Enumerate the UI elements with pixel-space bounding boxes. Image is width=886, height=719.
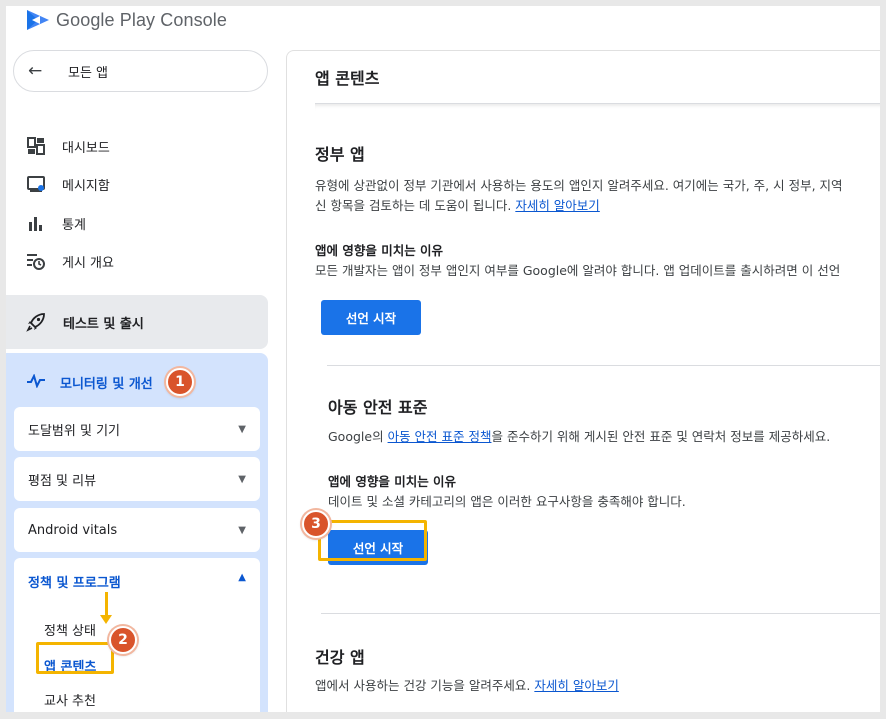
chevron-down-icon: ▼ xyxy=(238,473,246,485)
child-safety-policy-link[interactable]: 아동 안전 표준 정책 xyxy=(388,429,492,444)
learn-more-link[interactable]: 자세히 알아보기 xyxy=(534,678,618,693)
accordion-label: 정책 및 프로그램 xyxy=(28,576,121,591)
health-desc: 앱에서 사용하는 건강 기능을 알려주세요. 자세히 알아보기 xyxy=(315,676,619,696)
annotation-arrow-head xyxy=(100,615,112,624)
publishing-overview-icon xyxy=(26,251,46,271)
chevron-up-icon: ▲ xyxy=(238,572,246,583)
sidebar-item-statistics[interactable]: 통계 xyxy=(26,211,86,235)
header-divider xyxy=(315,103,880,111)
accordion-label: 도달범위 및 기기 xyxy=(28,423,120,439)
app-frame: Google Play Console ← 모든 앱 대시보드 메시지함 통계 xyxy=(6,6,880,712)
sidebar-item-label: 테스트 및 출시 xyxy=(63,316,144,332)
accordion-ratings-reviews[interactable]: 평점 및 리뷰 ▼ xyxy=(14,457,260,501)
section-title-child-safety: 아동 안전 표준 xyxy=(328,398,428,417)
all-apps-button[interactable]: ← 모든 앱 xyxy=(13,50,268,92)
government-desc-text: 신 항목을 검토하는 데 도움이 됩니다. xyxy=(315,198,512,213)
section-title-health: 건강 앱 xyxy=(315,648,365,667)
child-safety-desc-suffix: 을 준수하기 위해 게시된 안전 표준 및 연락처 정보를 제공하세요. xyxy=(491,429,831,444)
impact-title: 앱에 영향을 미치는 이유 xyxy=(328,474,457,489)
sidebar-item-dashboard[interactable]: 대시보드 xyxy=(26,134,110,158)
accordion-reach-devices[interactable]: 도달범위 및 기기 ▼ xyxy=(14,407,260,451)
bar-chart-icon xyxy=(26,213,46,233)
sidebar-item-label: 메시지함 xyxy=(62,178,110,194)
main-content: 앱 콘텐츠 정부 앱 유형에 상관없이 정부 기관에서 사용하는 용도의 앱인지… xyxy=(286,50,880,712)
sidebar-item-publishing-overview[interactable]: 게시 개요 xyxy=(26,249,114,273)
sidebar: ← 모든 앱 대시보드 메시지함 통계 게시 개요 테스트 및 출시 모니터링 … xyxy=(6,42,276,712)
dashboard-icon xyxy=(26,136,46,156)
step-badge-3: 3 xyxy=(302,510,330,538)
sidebar-subitem-policy-status[interactable]: 정책 상태 xyxy=(44,620,96,639)
all-apps-label: 모든 앱 xyxy=(68,65,109,81)
child-safety-desc: Google의 아동 안전 표준 정책을 준수하기 위해 게시된 안전 표준 및… xyxy=(328,427,830,447)
rocket-icon xyxy=(26,312,46,332)
inbox-icon xyxy=(26,174,46,194)
sidebar-item-testing-release[interactable]: 테스트 및 출시 xyxy=(6,295,268,349)
section-divider xyxy=(321,613,880,614)
page-title: 앱 콘텐츠 xyxy=(315,69,380,88)
play-console-logo[interactable]: Google Play Console xyxy=(26,6,227,34)
sidebar-subitem-teacher-approved[interactable]: 교사 추천 xyxy=(44,690,96,709)
child-safety-desc-prefix: Google의 xyxy=(328,429,388,444)
arrow-back-icon: ← xyxy=(28,61,43,81)
step-badge-1: 1 xyxy=(166,368,194,396)
impact-title: 앱에 영향을 미치는 이유 xyxy=(315,243,444,258)
section-title-government: 정부 앱 xyxy=(315,145,365,164)
accordion-label: 평점 및 리뷰 xyxy=(28,473,97,489)
chevron-down-icon: ▼ xyxy=(238,524,246,536)
step-badge-2: 2 xyxy=(109,626,137,654)
highlight-child-safety-button xyxy=(318,520,427,561)
government-desc-line2: 신 항목을 검토하는 데 도움이 됩니다. 자세히 알아보기 xyxy=(315,196,600,216)
sidebar-item-label: 모니터링 및 개선 xyxy=(60,376,153,392)
section-divider xyxy=(327,365,880,366)
sidebar-item-label: 게시 개요 xyxy=(62,255,114,271)
start-declaration-button[interactable]: 선언 시작 xyxy=(321,300,421,335)
chevron-down-icon: ▼ xyxy=(238,423,246,435)
sidebar-item-inbox[interactable]: 메시지함 xyxy=(26,172,110,196)
highlight-app-content xyxy=(36,642,114,674)
content-card: 앱 콘텐츠 정부 앱 유형에 상관없이 정부 기관에서 사용하는 용도의 앱인지… xyxy=(286,50,880,712)
accordion-android-vitals[interactable]: Android vitals ▼ xyxy=(14,508,260,552)
government-desc-line1: 유형에 상관없이 정부 기관에서 사용하는 용도의 앱인지 알려주세요. 여기에… xyxy=(315,178,843,193)
sidebar-item-label: 통계 xyxy=(62,217,86,233)
play-console-logo-icon xyxy=(27,10,49,30)
health-desc-text: 앱에서 사용하는 건강 기능을 알려주세요. xyxy=(315,678,535,693)
sidebar-item-label: 대시보드 xyxy=(62,140,110,156)
sidebar-item-monitoring[interactable]: 모니터링 및 개선 xyxy=(26,370,153,394)
pulse-icon xyxy=(26,372,46,392)
learn-more-link[interactable]: 자세히 알아보기 xyxy=(515,198,599,213)
logo-text: Google Play Console xyxy=(56,9,228,30)
impact-text: 데이트 및 소셜 카테고리의 앱은 이러한 요구사항을 충족해야 합니다. xyxy=(328,494,686,509)
impact-text: 모든 개발자는 앱이 정부 앱인지 여부를 Google에 알려야 합니다. 앱… xyxy=(315,263,841,278)
accordion-label: Android vitals xyxy=(28,522,118,538)
